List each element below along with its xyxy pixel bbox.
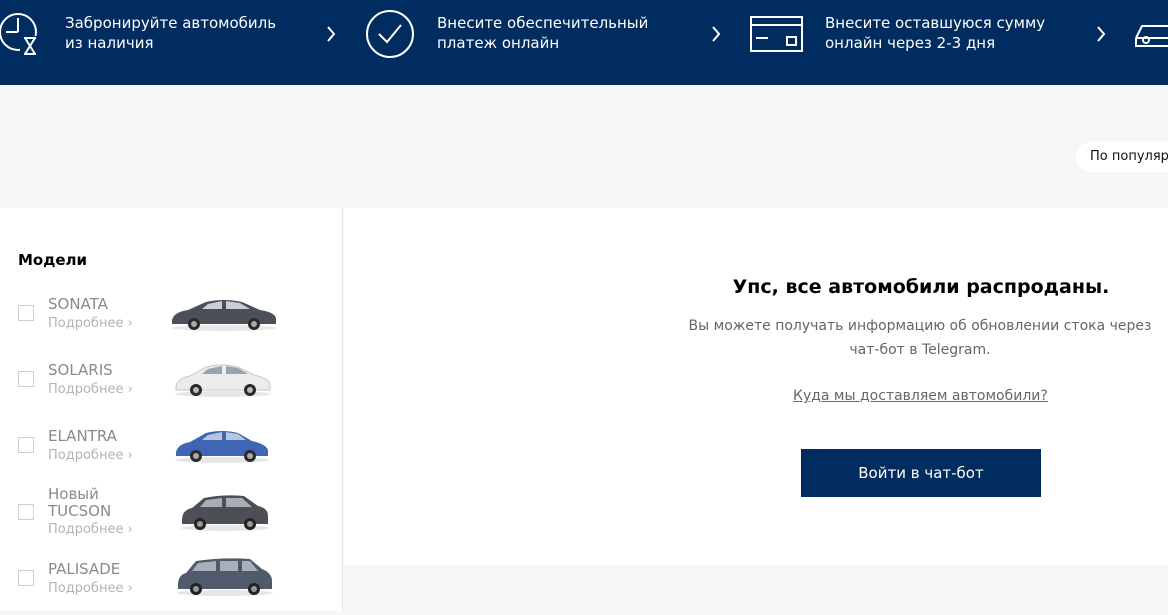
model-more-link[interactable]: Подробнее › [48, 448, 133, 463]
step-2-line1: Внесите обеспечительный [437, 14, 649, 32]
clock-icon [0, 13, 40, 56]
empty-state-title: Упс, все автомобили распроданы. [732, 276, 1110, 298]
steps-banner: Забронируйте автомобиль из наличия Внеси… [0, 0, 1168, 85]
empty-text-line1: Вы можете получать информацию об обновле… [688, 318, 1152, 334]
chevron-right-icon [327, 26, 336, 42]
delivery-info-link[interactable]: Куда мы доставляем автомобили? [793, 388, 1048, 404]
model-name-line1: Новый [48, 485, 99, 503]
model-item-sonata[interactable]: SONATA Подробнее › [0, 290, 343, 350]
car-icon [1135, 25, 1168, 47]
results-footer-bg [344, 565, 1168, 611]
car-image-palisade [177, 558, 273, 596]
car-image-tucson [181, 495, 269, 531]
sort-dropdown[interactable]: По популярн [1076, 142, 1168, 172]
empty-text-line2: чат-бот в Telegram. [849, 342, 991, 358]
model-item-palisade[interactable]: PALISADE Подробнее › [0, 555, 343, 615]
model-checkbox[interactable] [18, 570, 34, 586]
model-more-link[interactable]: Подробнее › [48, 382, 133, 397]
empty-state-text: Вы можете получать информацию об обновле… [680, 314, 1160, 362]
model-name: PALISADE [48, 560, 121, 578]
model-more-link[interactable]: Подробнее › [48, 316, 133, 331]
car-image-elantra [175, 431, 269, 463]
model-name: ELANTRA [48, 427, 117, 445]
model-more-link[interactable]: Подробнее › [48, 581, 133, 596]
model-item-tucson[interactable]: Новый TUCSON Подробнее › [0, 486, 343, 546]
model-item-solaris[interactable]: SOLARIS Подробнее › [0, 356, 343, 416]
results-area [344, 208, 1168, 565]
model-checkbox[interactable] [18, 504, 34, 520]
model-item-elantra[interactable]: ELANTRA Подробнее › [0, 422, 343, 482]
sort-label: По популярн [1090, 149, 1168, 164]
filter-title: Модели [18, 251, 88, 269]
chevron-right-icon [1097, 26, 1106, 42]
model-name: Новый TUCSON [48, 486, 111, 520]
check-circle-icon [366, 10, 414, 58]
step-1-line1: Забронируйте автомобиль [65, 14, 277, 32]
model-name: SONATA [48, 295, 108, 313]
model-checkbox[interactable] [18, 305, 34, 321]
step-3-line1: Внесите оставшуюся сумму [825, 14, 1046, 32]
sort-bar [0, 85, 1168, 208]
step-2-line2: платеж онлайн [437, 34, 560, 52]
model-name-line2: TUCSON [48, 502, 112, 520]
step-1-text: Забронируйте автомобиль из наличия [65, 13, 276, 53]
model-checkbox[interactable] [18, 437, 34, 453]
step-3-text: Внесите оставшуюся сумму онлайн через 2-… [825, 13, 1045, 53]
step-3-line2: онлайн через 2-3 дня [825, 34, 996, 52]
car-image-sonata [172, 300, 276, 331]
telegram-chatbot-button[interactable]: Войти в чат-бот [801, 449, 1041, 497]
model-name: SOLARIS [48, 361, 113, 379]
car-image-solaris [175, 364, 271, 397]
step-1-line2: из наличия [65, 34, 154, 52]
chevron-right-icon [712, 26, 721, 42]
model-checkbox[interactable] [18, 371, 34, 387]
step-2-text: Внесите обеспечительный платеж онлайн [437, 13, 648, 53]
model-more-link[interactable]: Подробнее › [48, 522, 133, 537]
credit-card-icon [750, 16, 803, 52]
